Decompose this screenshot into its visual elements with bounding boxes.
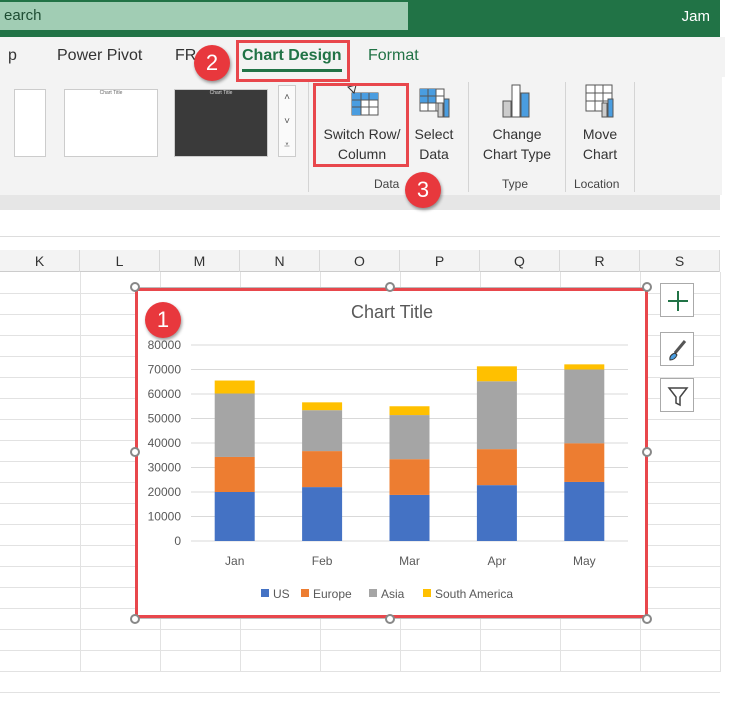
ribbon-tabs: p Power Pivot FR Chart Design Format [0,37,725,77]
highlight-box [313,83,409,167]
tab-power-pivot[interactable]: Power Pivot [57,47,142,65]
resize-handle[interactable] [130,282,140,292]
column-header-s[interactable]: S [640,250,720,272]
resize-handle[interactable] [130,614,140,624]
button-label: Change [492,126,542,142]
chart-filters-button[interactable] [660,378,694,412]
resize-handle[interactable] [385,282,395,292]
chart-filters-icon [667,387,689,407]
move-chart-icon [585,84,614,118]
column-header-k[interactable]: K [0,250,80,272]
divider [0,195,720,210]
chart-elements-icon [668,291,688,311]
button-label: Select [414,126,454,142]
resize-handle[interactable] [642,282,652,292]
user-name[interactable]: Jam [682,8,710,25]
column-header-m[interactable]: M [160,250,240,272]
chart-styles-icon [669,340,687,361]
column-header-q[interactable]: Q [480,250,560,272]
column-header-n[interactable]: N [240,250,320,272]
chart-elements-button[interactable] [660,283,694,317]
group-label-location: Location [574,177,620,191]
button-label: Move [582,126,618,142]
resize-handle[interactable] [642,614,652,624]
formula-bar[interactable] [0,210,720,237]
column-header-r[interactable]: R [560,250,640,272]
chart-style-thumbnail[interactable] [14,89,46,157]
resize-handle[interactable] [642,447,652,457]
select-data-icon [419,88,450,118]
highlight-box [135,288,648,618]
select-data-button[interactable]: Select Data [408,83,460,164]
grid-line [720,272,721,672]
step-badge-2: 2 [194,45,230,81]
highlight-box [236,40,350,82]
step-badge-1: 1 [145,302,181,338]
search-box[interactable]: earch [0,2,408,30]
tab-help[interactable]: p [8,47,17,65]
button-label: Chart [582,146,618,162]
tab-format[interactable]: Format [368,47,419,65]
grid-line [0,650,720,651]
column-header-l[interactable]: L [80,250,160,272]
resize-handle[interactable] [130,447,140,457]
grid-line [0,671,720,672]
button-label: Data [419,146,449,162]
change-chart-type-icon [502,84,530,118]
grid-line [0,692,720,693]
chart-style-thumbnail[interactable]: Chart Title [174,89,268,157]
button-label: Chart Type [482,146,552,162]
gallery-scroll[interactable]: ˄ ˅ ⩡ [278,85,296,157]
step-badge-3: 3 [405,172,441,208]
column-header-p[interactable]: P [400,250,480,272]
column-headers: KLMNOPQRS [0,250,720,272]
group-label-data: Data [374,177,400,191]
group-label-type: Type [502,177,529,191]
chart-styles-button[interactable] [660,332,694,366]
title-bar: earch Jam [0,0,720,37]
chart-style-thumbnail[interactable]: Chart Title [64,89,158,157]
grid-line [80,272,81,672]
column-header-o[interactable]: O [320,250,400,272]
thumb-title: Chart Title [209,90,233,96]
change-chart-type-button[interactable]: Change Chart Type [476,83,558,164]
move-chart-button[interactable]: Move Chart [572,83,628,164]
grid-line [0,629,720,630]
thumb-title: Chart Title [99,90,123,96]
resize-handle[interactable] [385,614,395,624]
